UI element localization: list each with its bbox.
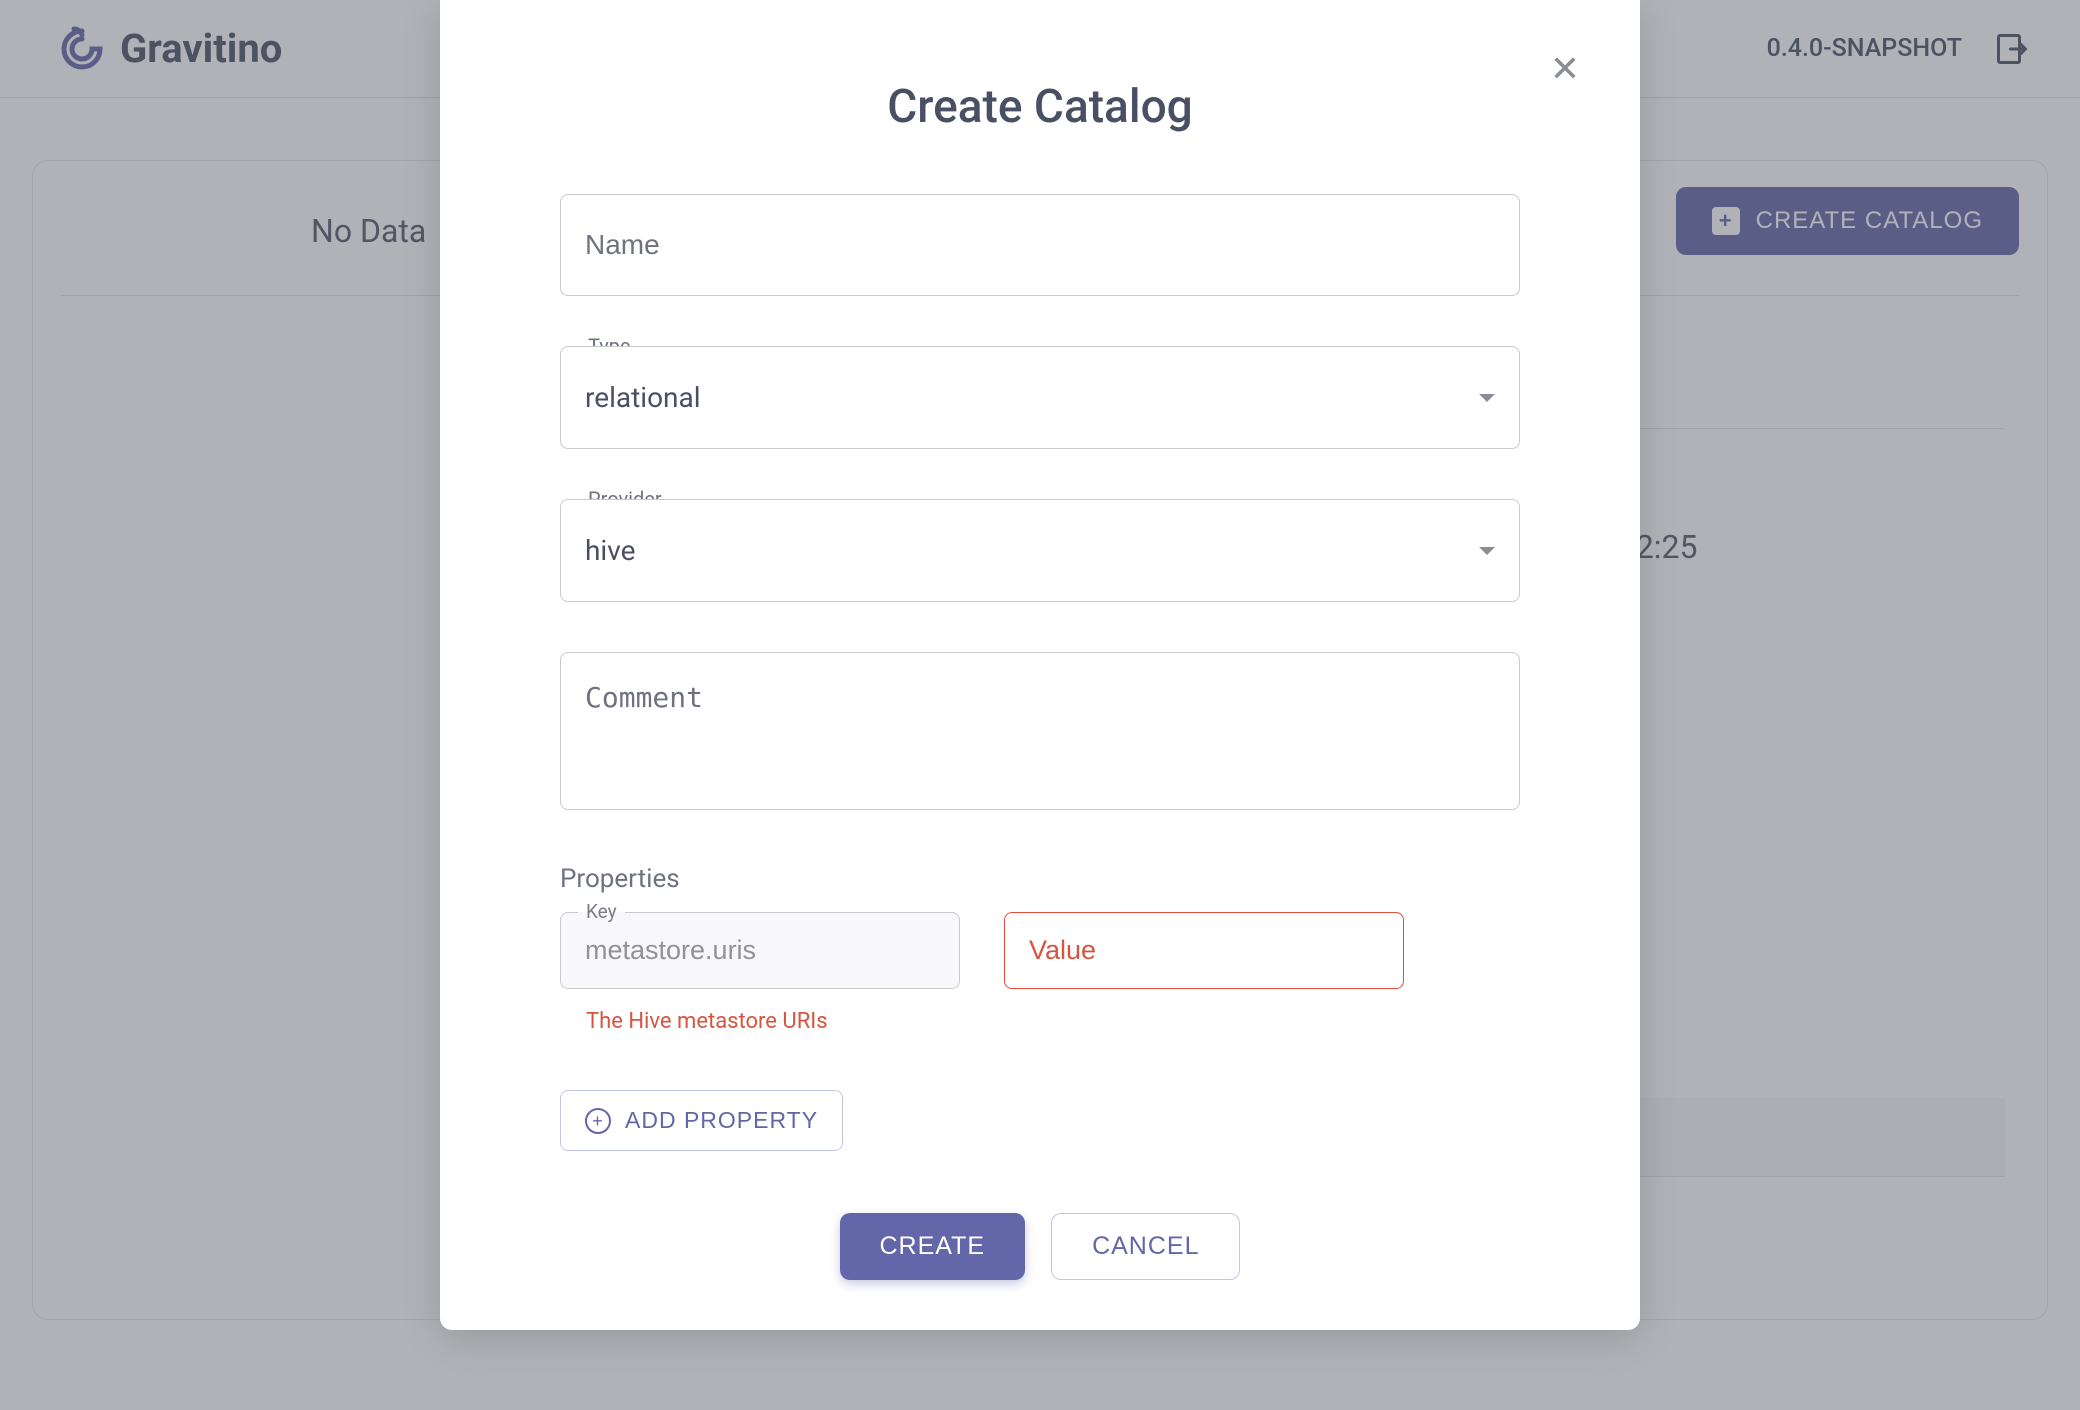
property-key-wrap: Key — [560, 912, 960, 989]
property-row: Key — [560, 912, 1520, 989]
provider-field-wrap: Provider hive — [560, 499, 1520, 602]
cancel-button[interactable]: CANCEL — [1051, 1213, 1240, 1280]
type-field-wrap: Type relational — [560, 346, 1520, 449]
property-key-input[interactable] — [560, 912, 960, 989]
create-catalog-dialog: ✕ Create Catalog Type relational Provide… — [440, 0, 1640, 1330]
add-property-button[interactable]: + ADD PROPERTY — [560, 1090, 843, 1151]
close-icon: ✕ — [1550, 48, 1580, 89]
plus-circle-icon: + — [585, 1108, 611, 1134]
provider-value: hive — [585, 534, 635, 567]
comment-field-wrap — [560, 652, 1520, 814]
name-input[interactable] — [560, 194, 1520, 296]
property-value-input[interactable] — [1004, 912, 1404, 989]
property-helper-text: The Hive metastore URIs — [586, 1009, 1520, 1034]
type-value: relational — [585, 381, 701, 414]
close-button[interactable]: ✕ — [1550, 48, 1580, 90]
dialog-title: Create Catalog — [560, 80, 1520, 134]
property-value-wrap — [1004, 912, 1404, 989]
add-property-label: ADD PROPERTY — [625, 1107, 818, 1134]
type-select[interactable]: relational — [560, 346, 1520, 449]
chevron-down-icon — [1479, 394, 1495, 402]
provider-select[interactable]: hive — [560, 499, 1520, 602]
properties-section-label: Properties — [560, 864, 1520, 894]
property-key-label: Key — [578, 900, 625, 923]
create-button[interactable]: CREATE — [840, 1213, 1026, 1280]
comment-input[interactable] — [560, 652, 1520, 810]
chevron-down-icon — [1479, 547, 1495, 555]
name-field-wrap — [560, 194, 1520, 296]
dialog-actions: CREATE CANCEL — [560, 1213, 1520, 1280]
